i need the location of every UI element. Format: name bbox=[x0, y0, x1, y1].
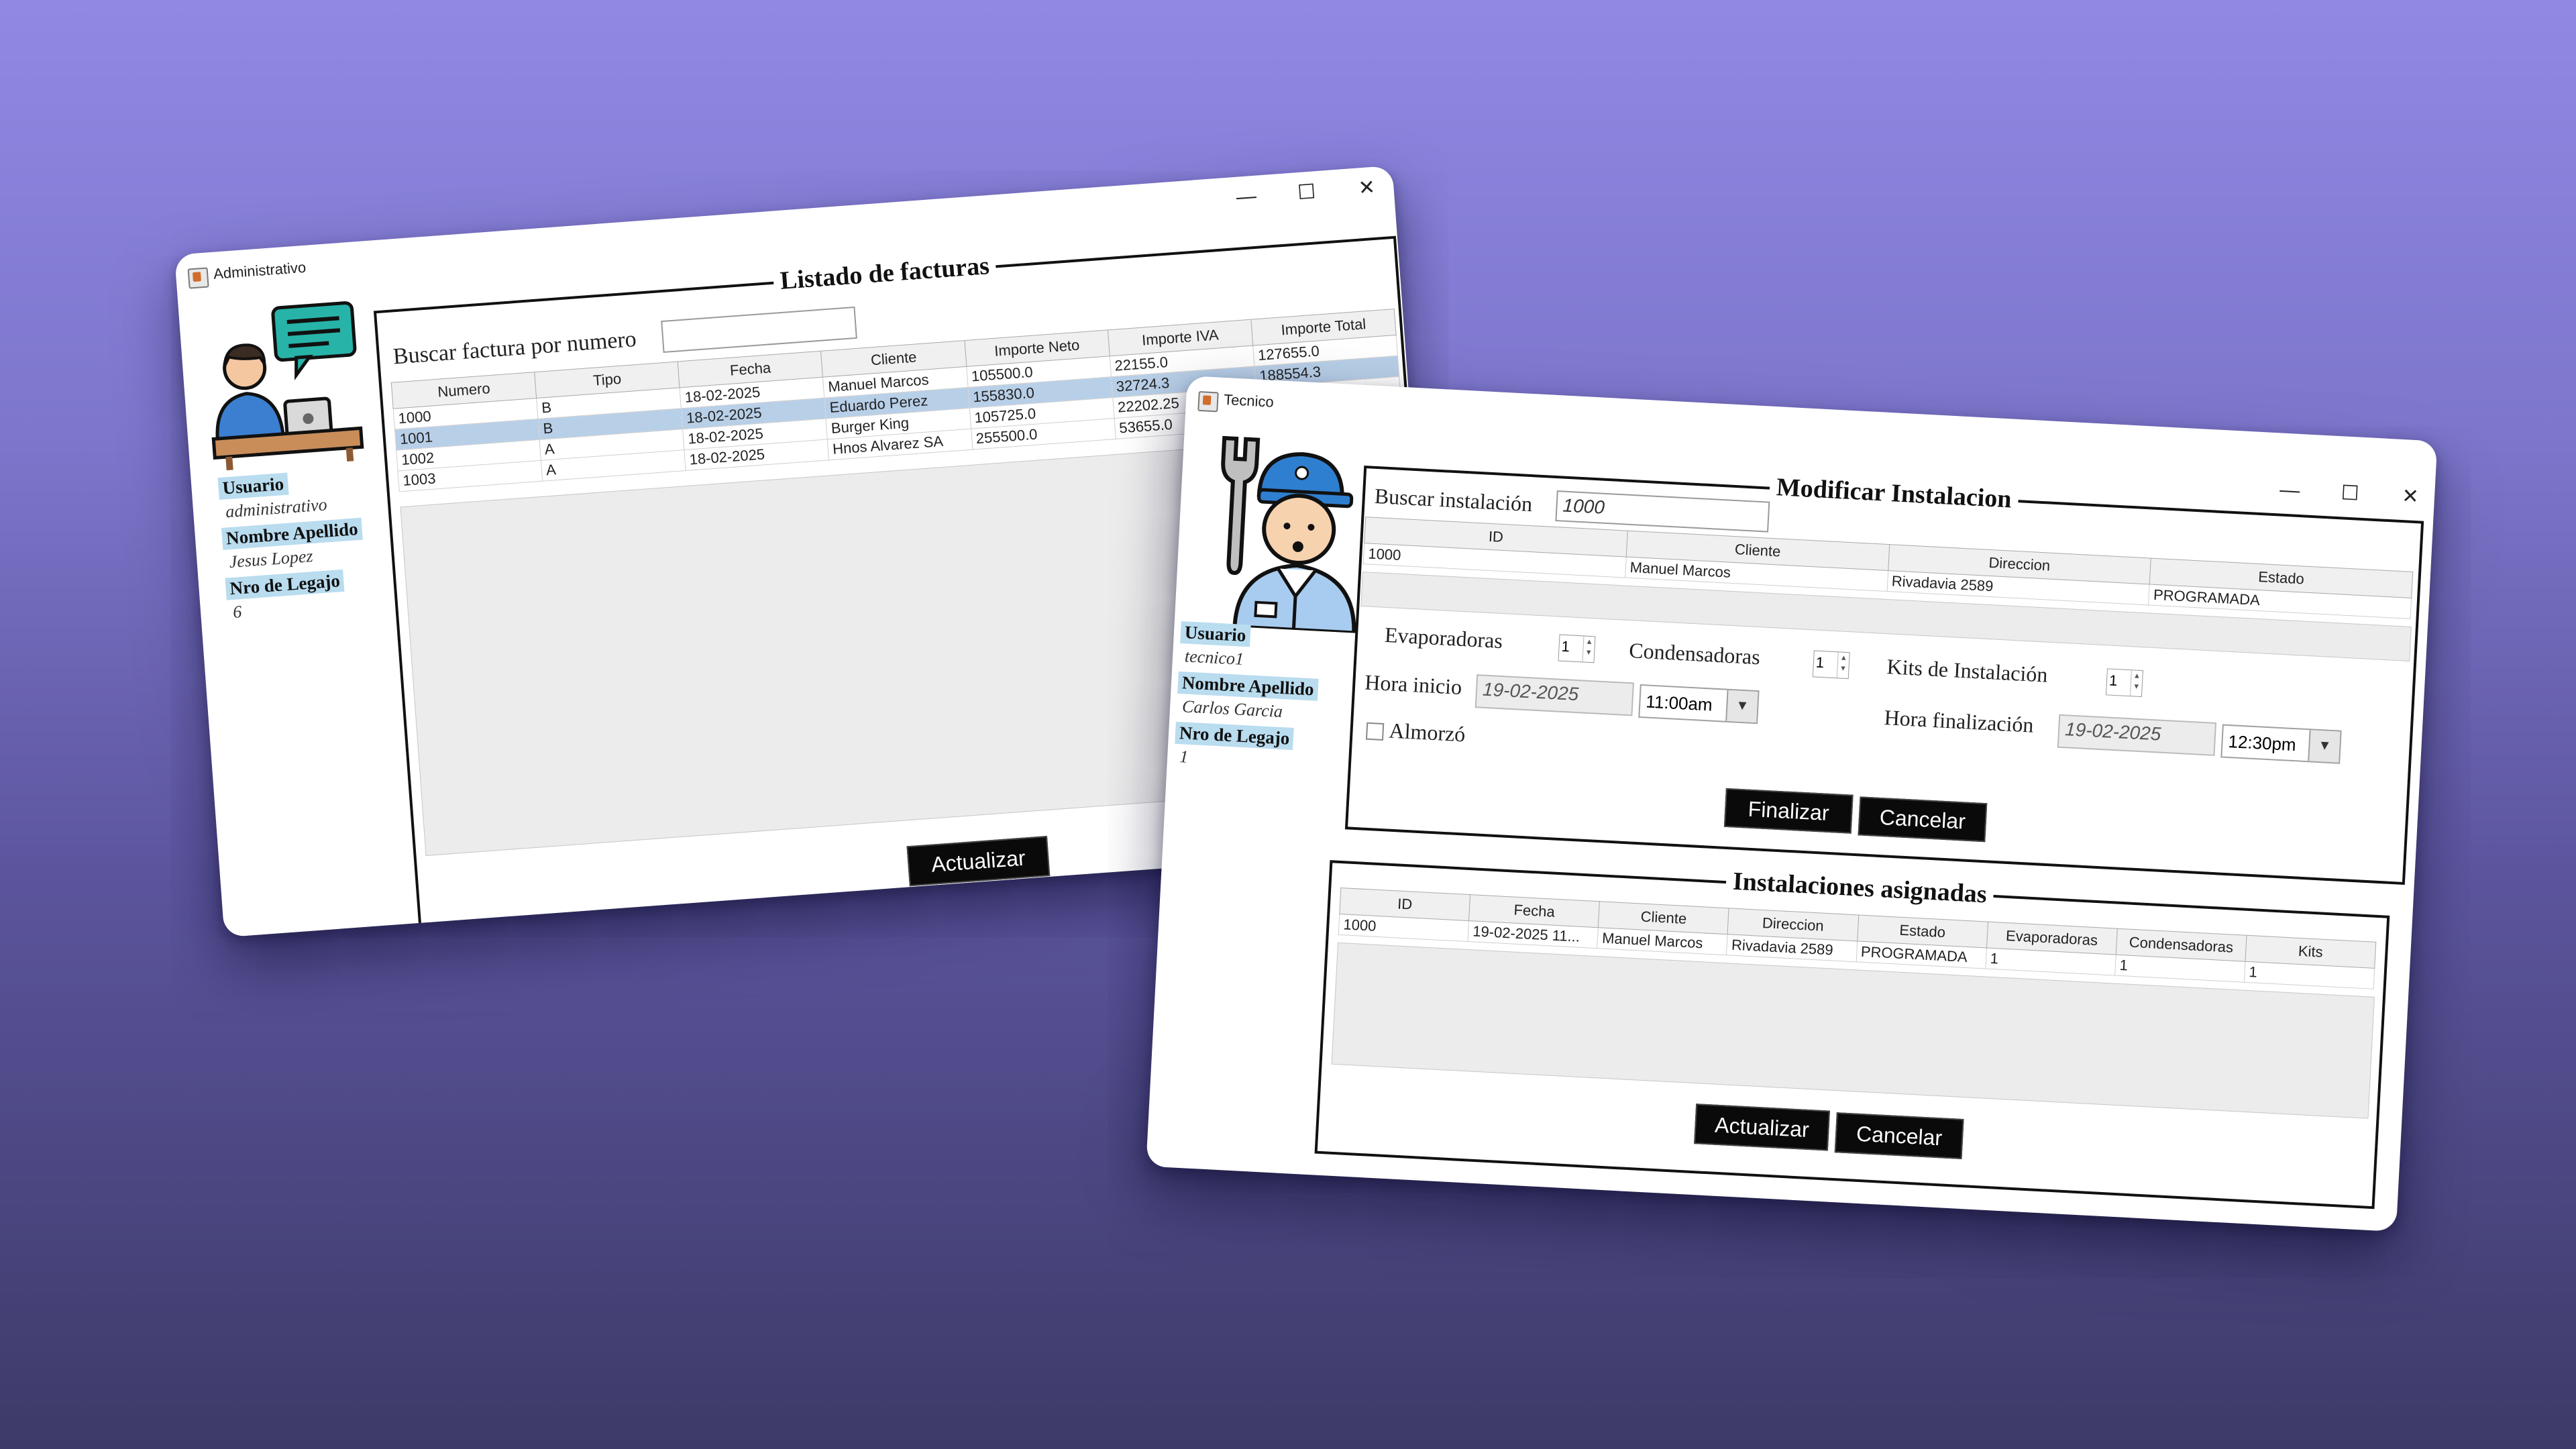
evaporadoras-value: 1 bbox=[1561, 637, 1570, 655]
modificar-instalacion-panel: Modificar Instalacion Buscar instalación… bbox=[1344, 465, 2424, 885]
facturas-panel-title: Listado de facturas bbox=[772, 250, 998, 297]
spinner-arrows-icon[interactable]: ▲ ▼ bbox=[1582, 636, 1595, 663]
almorzo-checkbox[interactable] bbox=[1365, 722, 1385, 741]
hora-finalizacion-label: Hora finalización bbox=[1883, 705, 2035, 737]
hora-finalizacion-combo[interactable]: 12:30pm ▼ bbox=[2220, 724, 2342, 764]
nombre-apellido-label: Nombre Apellido bbox=[1177, 671, 1319, 701]
chevron-down-icon[interactable]: ▼ bbox=[1725, 690, 1758, 723]
actualizar-asignadas-button[interactable]: Actualizar bbox=[1694, 1104, 1830, 1151]
fecha-inicio-field[interactable]: 19-02-2025 bbox=[1474, 674, 1634, 716]
maximize-button[interactable]: ☐ bbox=[1279, 174, 1334, 211]
kits-instalacion-label: Kits de Instalación bbox=[1886, 654, 2049, 687]
instalaciones-asignadas-panel: Instalaciones asignadas ID Fecha Cliente Di… bbox=[1314, 860, 2390, 1210]
usuario-label: Usuario bbox=[217, 472, 289, 500]
tech-window-title: Tecnico bbox=[1223, 390, 1275, 411]
actualizar-facturas-button[interactable]: Actualizar bbox=[906, 836, 1051, 887]
evaporadoras-label: Evaporadoras bbox=[1384, 622, 1503, 653]
minimize-button[interactable]: — bbox=[1218, 178, 1274, 216]
condensadoras-value: 1 bbox=[1815, 653, 1825, 672]
buscar-instalacion-input[interactable]: 1000 bbox=[1555, 490, 1770, 533]
admin-window-title: Administrativo bbox=[213, 258, 307, 282]
buscar-factura-label: Buscar factura por numero bbox=[392, 326, 637, 370]
hora-inicio-combo[interactable]: 11:00am ▼ bbox=[1638, 684, 1760, 724]
buscar-instalacion-label: Buscar instalación bbox=[1374, 483, 1534, 517]
kits-instalacion-value: 1 bbox=[2108, 672, 2118, 690]
hora-inicio-value: 11:00am bbox=[1645, 691, 1713, 715]
spinner-arrows-icon[interactable]: ▲ ▼ bbox=[2129, 670, 2143, 697]
evaporadoras-spinner[interactable]: 1 ▲ ▼ bbox=[1558, 634, 1596, 663]
admin-user-info: Usuario administrativo Nombre Apellido J… bbox=[217, 464, 368, 625]
chevron-down-icon[interactable]: ▼ bbox=[2308, 730, 2341, 763]
condensadoras-spinner[interactable]: 1 ▲ ▼ bbox=[1812, 650, 1850, 680]
tecnico-avatar-icon bbox=[1221, 435, 1356, 634]
spinner-arrows-icon[interactable]: ▲ ▼ bbox=[1836, 652, 1849, 679]
cancelar-asignadas-button[interactable]: Cancelar bbox=[1834, 1112, 1964, 1160]
tech-window: Tecnico — ☐ ✕ Usuario tecnico1 Nombre Ap… bbox=[1146, 376, 2438, 1232]
minimize-button[interactable]: — bbox=[2262, 472, 2318, 508]
maximize-button[interactable]: ☐ bbox=[2322, 476, 2378, 512]
hora-finalizacion-value: 12:30pm bbox=[2227, 731, 2297, 755]
fecha-finalizacion-field[interactable]: 19-02-2025 bbox=[2057, 714, 2217, 756]
kits-instalacion-spinner[interactable]: 1 ▲ ▼ bbox=[2105, 668, 2143, 698]
admin-avatar-icon bbox=[211, 301, 364, 471]
finalizar-button[interactable]: Finalizar bbox=[1723, 788, 1854, 834]
usuario-value: tecnico1 bbox=[1184, 646, 1244, 669]
close-button[interactable]: ✕ bbox=[1339, 170, 1395, 207]
hora-inicio-label: Hora inicio bbox=[1364, 669, 1463, 700]
almorzo-label: Almorzó bbox=[1388, 718, 1466, 747]
cancelar-button[interactable]: Cancelar bbox=[1858, 796, 1988, 843]
modificar-instalacion-title: Modificar Instalacion bbox=[1768, 472, 2019, 515]
java-app-icon bbox=[187, 267, 209, 289]
tech-user-info: Usuario tecnico1 Nombre Apellido Carlos … bbox=[1173, 617, 1321, 775]
legajo-value: 1 bbox=[1179, 747, 1189, 767]
condensadoras-label: Condensadoras bbox=[1628, 638, 1761, 669]
legajo-label: Nro de Legajo bbox=[1175, 721, 1295, 751]
java-app-icon bbox=[1197, 390, 1219, 413]
usuario-label: Usuario bbox=[1180, 621, 1251, 647]
instalaciones-asignadas-title: Instalaciones asignadas bbox=[1725, 866, 1994, 910]
buscar-factura-input[interactable] bbox=[661, 306, 857, 354]
nombre-apellido-value: Carlos Garcia bbox=[1181, 696, 1283, 722]
close-button[interactable]: ✕ bbox=[2383, 479, 2438, 515]
